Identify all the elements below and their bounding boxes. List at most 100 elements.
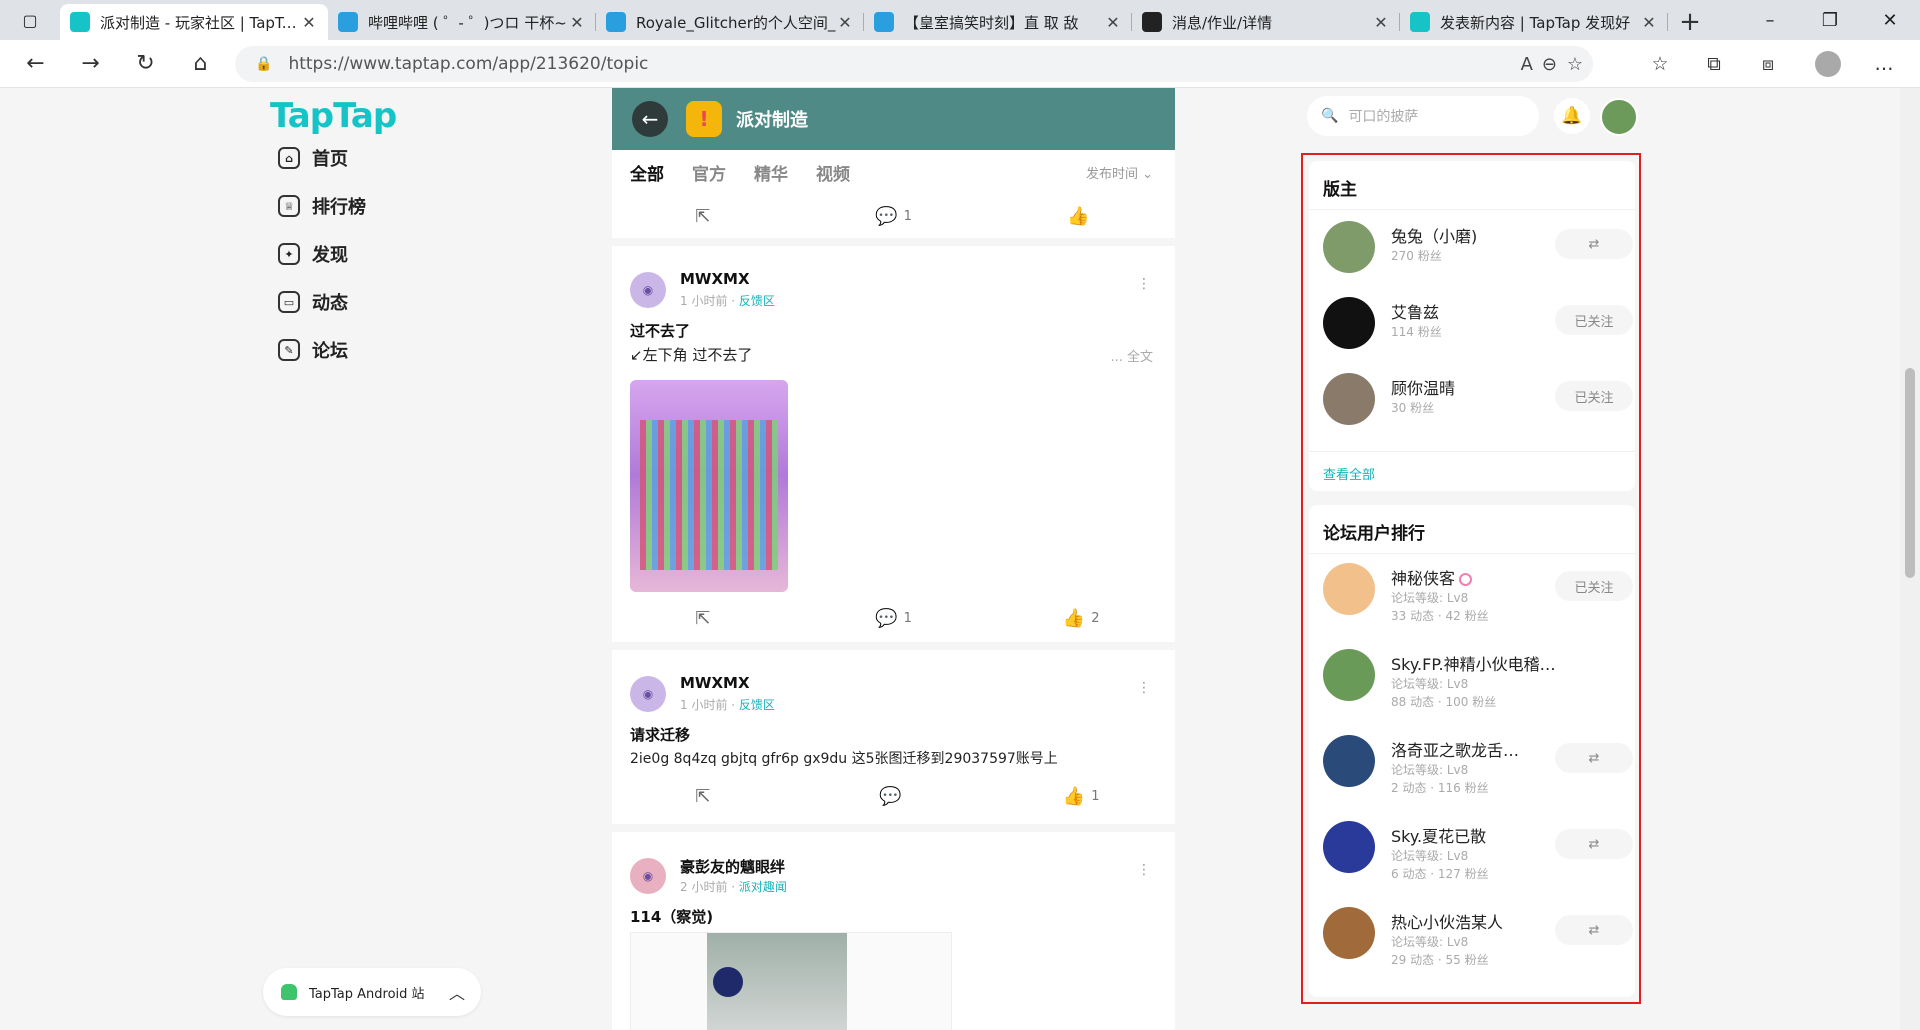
read-more-link[interactable]: ... 全文: [1110, 346, 1153, 365]
notification-bell-icon[interactable]: 🔔: [1554, 98, 1590, 134]
browser-tab[interactable]: TapTap 发表新内容 | TapTap 发现好 ✕: [1400, 4, 1668, 40]
back-icon[interactable]: ←: [8, 40, 63, 88]
browser-tab[interactable]: bili 哔哩哔哩 ( ゜- ゜)つロ 干杯~✕: [328, 4, 596, 40]
tab-all[interactable]: 全部: [630, 160, 664, 185]
followed-button[interactable]: 已关注: [1555, 305, 1633, 335]
user-name[interactable]: 洛奇亚之歌龙舌…: [1391, 737, 1519, 761]
comment-button[interactable]: 💬: [800, 778, 988, 814]
home-browser-icon[interactable]: ⌂: [173, 40, 228, 88]
profile-icon[interactable]: [1806, 40, 1850, 88]
user-row[interactable]: 顾你温晴 30 粉丝 已关注: [1323, 373, 1633, 433]
sidebar-item-forum[interactable]: ✎ 论坛: [278, 330, 478, 370]
favorite-star-icon[interactable]: ☆: [1567, 46, 1583, 82]
share-button[interactable]: ⇱: [612, 778, 800, 814]
avatar[interactable]: [1323, 735, 1375, 787]
user-name[interactable]: 热心小伙浩某人: [1391, 909, 1503, 933]
avatar[interactable]: [1323, 373, 1375, 425]
refresh-icon[interactable]: ↻: [118, 40, 173, 88]
user-row[interactable]: Sky.FP.神精小伙电稽蓝莓 论坛等级: Lv8 88 动态 · 100 粉丝: [1323, 649, 1633, 709]
tab-actions-icon[interactable]: ▢: [0, 0, 60, 40]
follow-toggle-button[interactable]: ⇄: [1555, 743, 1633, 773]
followed-button[interactable]: 已关注: [1555, 381, 1633, 411]
avatar[interactable]: ◉: [630, 272, 666, 308]
url-bar[interactable]: 🔒 https://www.taptap.com/app/213620/topi…: [235, 46, 1593, 82]
post-tag[interactable]: 派对趣闻: [739, 880, 787, 894]
avatar[interactable]: [1323, 649, 1375, 701]
user-row[interactable]: 洛奇亚之歌龙舌… 论坛等级: Lv8 2 动态 · 116 粉丝 ⇄: [1323, 735, 1633, 795]
see-all-link[interactable]: 查看全部: [1323, 464, 1375, 483]
post-body[interactable]: 2ie0g 8q4zq gbjtq gfr6p gx9du 这5张图迁移到290…: [630, 748, 1058, 768]
more-options-icon[interactable]: ⋮: [1137, 680, 1151, 696]
post-tag[interactable]: 反馈区: [739, 698, 775, 712]
follow-toggle-button[interactable]: ⇄: [1555, 829, 1633, 859]
more-options-icon[interactable]: ⋮: [1137, 862, 1151, 878]
avatar[interactable]: ◉: [630, 676, 666, 712]
sort-dropdown[interactable]: 发布时间 ⌄: [1086, 163, 1153, 182]
like-button[interactable]: 👍 2: [987, 600, 1175, 636]
sidebar-item-discover[interactable]: ✦ 发现: [278, 234, 478, 274]
browser-tab[interactable]: 晓消息/作业/详情 ✕: [1132, 4, 1400, 40]
close-tab-icon[interactable]: ✕: [1104, 13, 1122, 32]
user-row[interactable]: 热心小伙浩某人 论坛等级: Lv8 29 动态 · 55 粉丝 ⇄: [1323, 907, 1633, 967]
share-button[interactable]: ⇱: [612, 600, 800, 636]
post-author[interactable]: MWXMX: [680, 674, 750, 692]
post-body[interactable]: ↙左下角 过不去了: [630, 344, 752, 365]
lock-icon[interactable]: 🔒: [255, 56, 272, 72]
browser-tab[interactable]: bili Royale_Glitcher的个人空间_✕: [596, 4, 864, 40]
post-tag[interactable]: 反馈区: [739, 294, 775, 308]
zoom-icon[interactable]: ⊖: [1542, 46, 1557, 82]
new-tab-button[interactable]: +: [1668, 4, 1712, 40]
user-name[interactable]: 顾你温晴: [1391, 375, 1455, 399]
close-tab-icon[interactable]: ✕: [1372, 13, 1390, 32]
game-name[interactable]: 派对制造: [736, 106, 808, 132]
screenshot-icon[interactable]: ⧈: [1746, 40, 1790, 88]
close-tab-icon[interactable]: ✕: [1640, 13, 1658, 32]
close-window-icon[interactable]: ✕: [1860, 0, 1920, 40]
tab-featured[interactable]: 精华: [754, 160, 788, 185]
read-aloud-icon[interactable]: A: [1521, 46, 1533, 82]
tab-video[interactable]: 视频: [816, 160, 850, 185]
user-row[interactable]: Sky.夏花已散 论坛等级: Lv8 6 动态 · 127 粉丝 ⇄: [1323, 821, 1633, 881]
scrollbar[interactable]: [1900, 88, 1920, 1030]
post-image[interactable]: [630, 380, 788, 592]
follow-toggle-button[interactable]: ⇄: [1555, 229, 1633, 259]
user-row[interactable]: 艾鲁兹 114 粉丝 已关注: [1323, 297, 1633, 357]
back-arrow-icon[interactable]: ←: [632, 101, 668, 137]
follow-toggle-button[interactable]: ⇄: [1555, 915, 1633, 945]
user-avatar[interactable]: [1600, 98, 1638, 136]
avatar[interactable]: [1323, 563, 1375, 615]
search-input[interactable]: 🔍 可口的披萨: [1307, 96, 1539, 136]
close-tab-icon[interactable]: ✕: [300, 13, 318, 32]
sidebar-item-home[interactable]: ⌂ 首页: [278, 138, 478, 178]
sidebar-item-feed[interactable]: ▭ 动态: [278, 282, 478, 322]
more-menu-icon[interactable]: …: [1862, 40, 1906, 88]
chevron-up-icon[interactable]: ︿: [449, 980, 465, 1004]
collections-icon[interactable]: ⧉: [1692, 40, 1736, 88]
favorites-icon[interactable]: ☆: [1638, 40, 1682, 88]
post-author[interactable]: MWXMX: [680, 270, 750, 288]
user-name[interactable]: Sky.夏花已散: [1391, 823, 1486, 847]
close-tab-icon[interactable]: ✕: [836, 13, 854, 32]
sidebar-item-trophy[interactable]: ♕ 排行榜: [278, 186, 478, 226]
game-icon[interactable]: !: [686, 101, 722, 137]
user-name[interactable]: 艾鲁兹: [1391, 299, 1439, 323]
post-title[interactable]: 过不去了: [630, 320, 690, 341]
user-name[interactable]: Sky.FP.神精小伙电稽蓝莓: [1391, 651, 1561, 675]
like-button[interactable]: 👍 1: [987, 778, 1175, 814]
avatar[interactable]: ◉: [630, 858, 666, 894]
followed-button[interactable]: 已关注: [1555, 571, 1633, 601]
more-options-icon[interactable]: ⋮: [1137, 276, 1151, 292]
minimize-icon[interactable]: –: [1740, 0, 1800, 40]
user-row[interactable]: 神秘侠客 论坛等级: Lv8 33 动态 · 42 粉丝 已关注: [1323, 563, 1633, 623]
post-title[interactable]: 请求迁移: [630, 724, 690, 745]
browser-tab[interactable]: bili 【皇室搞笑时刻】直 取 敌 ✕: [864, 4, 1132, 40]
avatar[interactable]: [1323, 821, 1375, 873]
comment-button[interactable]: 💬 1: [800, 600, 988, 636]
avatar[interactable]: [1323, 297, 1375, 349]
close-tab-icon[interactable]: ✕: [568, 13, 586, 32]
post-author[interactable]: 豪彭友的魑眼绊: [680, 856, 785, 877]
post-title[interactable]: 114（察觉): [630, 906, 713, 927]
user-name[interactable]: 神秘侠客: [1391, 565, 1473, 589]
like-button[interactable]: 👍: [987, 198, 1175, 234]
taptap-logo[interactable]: TapTap: [270, 96, 397, 136]
